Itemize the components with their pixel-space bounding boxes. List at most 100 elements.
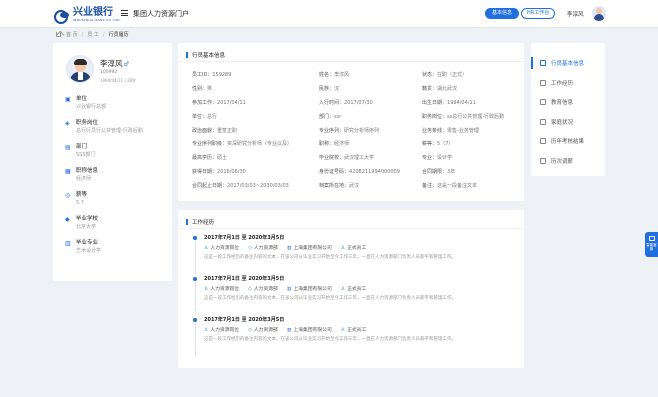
basic-info-field: 职称：经济师	[319, 140, 422, 147]
nav-item[interactable]: 工作经历	[531, 73, 605, 93]
timeline-dot	[193, 318, 197, 322]
field-value: 3年	[447, 168, 456, 175]
timeline-tags: ♙ 人力资源岗位 ◇ 人力资源部 ▥ 上海集团有限公司 ♙ 正式员工	[204, 245, 456, 252]
timeline-item: 2017年7月1日 至 2020年3月5日 ♙ 人力资源岗位 ◇ 人力资源部 ▥ 上海集团…	[193, 235, 456, 276]
home-icon	[56, 32, 61, 37]
field-label: 合同期限：	[422, 168, 448, 175]
field-label: 民族：	[319, 86, 335, 93]
basic-info-title: 行员基本信息	[192, 53, 226, 59]
male-icon: ♂	[123, 61, 129, 68]
nav-item[interactable]: 行员基本信息	[531, 53, 605, 73]
assessment-icon	[540, 138, 546, 144]
basic-info-row: 最高学历：硕士 毕业院校：武汉理工大学 专业：设计学	[192, 151, 522, 165]
profile-list: ▣ 单位 兴业银行总部 ◈ 职务岗位 总行行员行公共管理-行政后勤 ▤ 部门 SSS部…	[65, 96, 143, 264]
work-timeline: 2017年7月1日 至 2020年3月5日 ♙ 人力资源岗位 ◇ 人力资源部 ▥ 上海集团…	[193, 235, 456, 358]
field-value: 159289	[212, 72, 232, 79]
school-icon: ◆	[65, 216, 70, 223]
person-icon: ♙	[204, 287, 209, 292]
field-label: 政治面貌：	[192, 127, 218, 134]
basic-info-field: 最高学历：硕士	[192, 154, 319, 161]
user-name[interactable]: 李淳风	[567, 10, 584, 18]
timeline-tag: ♙ 正式员工	[340, 246, 367, 251]
field-value: 李淳风	[334, 72, 350, 79]
department-icon: ◇	[248, 328, 252, 333]
timeline-item: 2017年7月1日 至 2020年3月5日 ♙ 人力资源岗位 ◇ 人力资源部 ▥ 上海集团…	[193, 317, 456, 358]
field-value: 2017/03/03~2030/03/03	[227, 182, 289, 189]
department-icon: ▤	[65, 144, 71, 151]
breadcrumb-home[interactable]: 首 页	[66, 31, 78, 38]
work-experience-card: 工作经历 2017年7月1日 至 2020年3月5日 ♙ 人力资源岗位 ◇ 人力资源部…	[178, 210, 524, 368]
basic-info-field: 员工ID：159289	[192, 71, 319, 78]
field-label: 职务岗位：	[422, 113, 448, 120]
field-label: 毕业院校：	[319, 155, 345, 162]
profile-icon	[540, 60, 546, 66]
timeline-tag: ♙ 人力资源岗位	[204, 328, 240, 333]
field-value: 1994/04/11	[447, 99, 476, 106]
field-label: 备注：	[422, 182, 438, 189]
nav-item[interactable]: 历年考核结果	[531, 131, 605, 151]
field-value: 总行	[207, 113, 218, 120]
basic-info-field: 合同起止日期：2017/03/03~2030/03/03	[192, 182, 319, 189]
field-label: 参加工作：	[192, 99, 218, 106]
hr-workbench-button[interactable]: HR工作台	[521, 8, 556, 19]
field-label: 性别：	[192, 86, 208, 93]
breadcrumb-employee[interactable]: 员 工	[87, 31, 99, 38]
field-label: 部门：	[319, 113, 335, 120]
field-value: 湖北武汉	[437, 86, 458, 93]
basic-info-field: 身份证号码：4208211994000009	[319, 168, 422, 175]
logo-text: 兴业银行	[73, 7, 113, 18]
field-value: 在职（正式）	[437, 72, 468, 79]
profile-id: 100992	[100, 70, 118, 75]
field-label: 业务条线：	[422, 127, 448, 134]
basic-info-button[interactable]: 基本信息	[485, 8, 520, 19]
field-value: 汉	[334, 86, 340, 93]
menu-icon[interactable]	[121, 10, 128, 16]
field-value: ss总行公共管理-行政后勤	[447, 113, 505, 120]
timeline-line	[194, 282, 196, 315]
field-value: 研究分析师序列	[344, 127, 380, 134]
basic-info-field: 合同期限：3年	[422, 168, 522, 175]
breadcrumb: 首 页 / 员 工 / 行员履历	[56, 31, 129, 38]
basic-info-field: 单位：总行	[192, 113, 319, 120]
field-value: 男	[207, 86, 213, 93]
basic-info-field: 职务岗位：ss总行公共管理-行政后勤	[422, 113, 522, 120]
profile-name: 李淳风	[100, 59, 123, 68]
basic-info-row: 参加工作：2017/04/11 入行时间：2017/07/30 出生日期：1994/…	[192, 96, 522, 110]
basic-info-field: 出生日期：1994/04/11	[422, 99, 522, 106]
field-value: 2016/06/30	[217, 168, 246, 175]
field-value: ssr	[334, 113, 342, 120]
basic-info-field: 部门：ssr	[319, 113, 422, 120]
certificate-icon: ▦	[65, 168, 71, 175]
briefcase-icon: ◈	[65, 120, 70, 127]
customer-service-button[interactable]: 智能客服	[645, 232, 658, 257]
field-value: 资深研究分析师（专业以及）	[227, 141, 293, 148]
timeline-date: 2017年7月1日 至 2020年3月5日	[204, 235, 285, 241]
basic-info-field: 政治面貌：重签正职	[192, 127, 319, 134]
basic-info-field: 薪等：5（7）	[422, 140, 522, 147]
field-value: 武汉	[349, 182, 360, 189]
breadcrumb-current: 行员履历	[108, 32, 129, 38]
avatar[interactable]	[592, 6, 606, 21]
salary-icon: ◎	[65, 192, 71, 199]
field-value: 硕士	[217, 155, 228, 162]
field-value: 武汉理工大学	[344, 155, 375, 162]
badge-icon: ♙	[340, 328, 346, 333]
field-label: 入行时间：	[319, 99, 345, 106]
field-value: 2017/04/11	[217, 99, 246, 106]
basic-info-row: 性别：男 民族：汉 籍贯：湖北武汉	[192, 82, 522, 96]
nav-item[interactable]: 家庭状况	[531, 112, 605, 132]
field-label: 职称：	[319, 141, 335, 148]
family-icon	[540, 118, 546, 125]
timeline-description: 这是一段工作经历的备注内容的文本，在该公司从毕业实习开始至今工作三年，一直在人力…	[204, 296, 456, 301]
timeline-description: 这是一段工作经历的备注内容的文本，在该公司从毕业实习开始至今工作三年，一直在人力…	[204, 255, 456, 260]
timeline-line	[194, 323, 196, 356]
nav-item[interactable]: 历次调薪	[531, 151, 605, 171]
nav-item[interactable]: 教育信息	[531, 92, 605, 112]
timeline-tag: ♙ 正式员工	[340, 287, 367, 292]
timeline-tag: ◇ 人力资源部	[248, 287, 278, 292]
field-label: 籍贯：	[422, 86, 438, 93]
basic-info-grid: 员工ID：159289 姓名：李淳风 状态：在职（正式） 性别：男 民族：汉 籍贯：湖北武…	[192, 68, 522, 192]
basic-info-row: 专业序列职级：资深研究分析师（专业以及） 职称：经济师 薪等：5（7）	[192, 137, 522, 151]
field-value: 这是一段备注文本	[437, 182, 478, 189]
logo[interactable]: 兴业银行 INDUSTRIAL BANK CO.,LTD.	[54, 7, 121, 24]
